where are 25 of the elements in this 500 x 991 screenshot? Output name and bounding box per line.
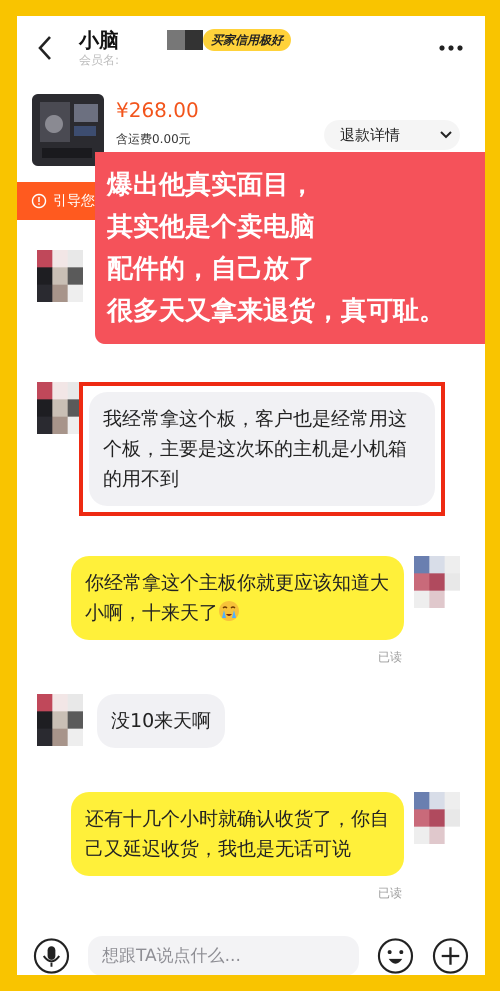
chevron-down-icon (440, 131, 452, 139)
read-status: 已读 (378, 649, 402, 666)
caption-line: 其实他是个卖电脑 (107, 211, 316, 244)
message-bubble: 还有十几个小时就确认收货了，你自己又延迟收货，我也是无话可说 (71, 792, 404, 876)
emoji-icon[interactable] (377, 937, 414, 975)
member-name: 会员名: (79, 52, 120, 68)
plus-icon[interactable] (432, 937, 469, 975)
refund-details-button[interactable]: 退款详情 (324, 120, 460, 150)
caption-line: 配件的，自己放了 (107, 253, 316, 286)
caption-line: 爆出他真实面目， (107, 169, 316, 202)
message-bubble: 没10来天啊 (97, 694, 226, 748)
message-bubble: 我经常拿这个板，客户也是经常用这个板，主要是这次坏的主机是小机箱的用不到 (89, 392, 435, 506)
caption-line: 很多天又拿来退货，真可耻。 (107, 295, 446, 328)
more-icon[interactable] (439, 45, 463, 51)
shipping-fee: 含运费0.00元 (116, 131, 192, 148)
message-input[interactable]: 想跟TA说点什么... (88, 936, 360, 975)
back-icon[interactable] (37, 35, 53, 61)
notice-text: 引导您 (53, 192, 95, 210)
message-bubble: 你经常拿这个主板你就更应该知道大小啊，十来天了 (71, 556, 404, 640)
credit-badge: 买家信用极好 (203, 29, 291, 51)
read-status: 已读 (378, 885, 402, 902)
contact-name: 小脑 (79, 28, 119, 52)
price: ¥268.00 (116, 97, 199, 124)
warning-icon (31, 193, 47, 209)
microphone-icon[interactable] (33, 937, 70, 975)
